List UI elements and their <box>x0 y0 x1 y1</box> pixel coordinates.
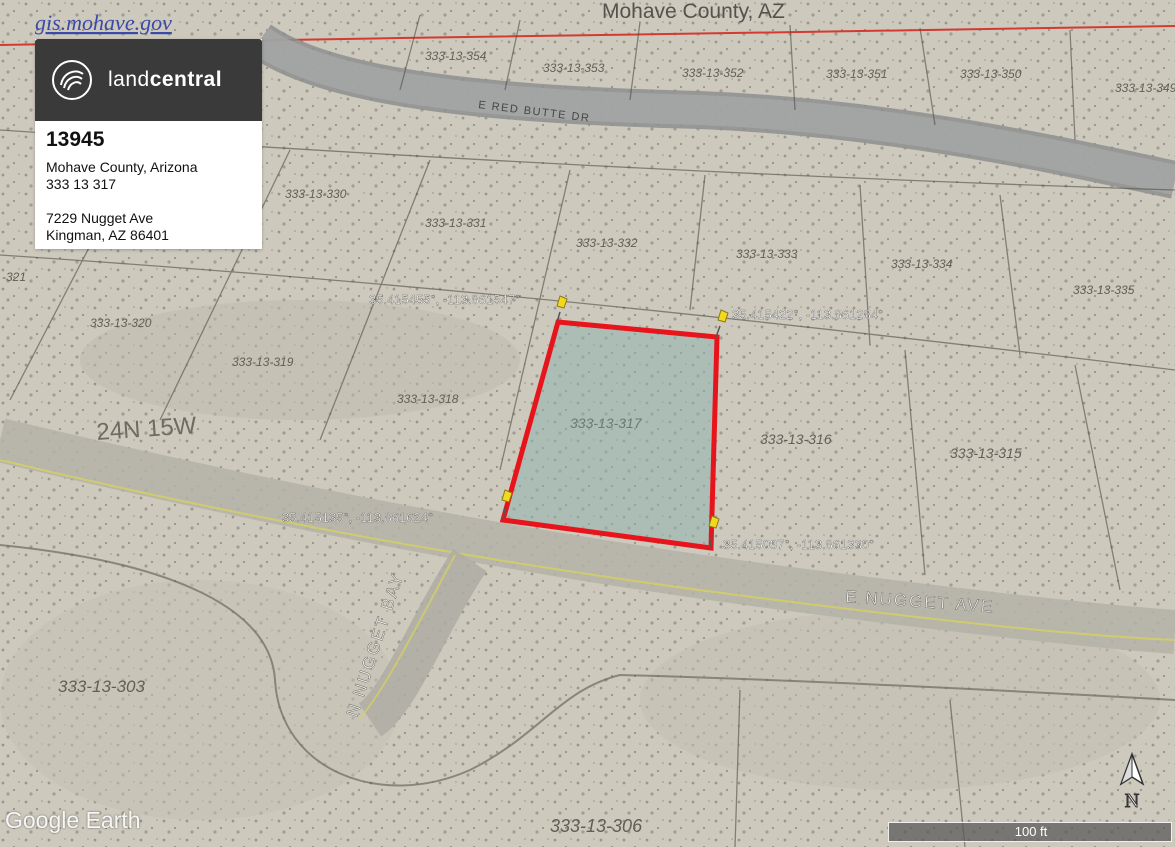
corner-coordinate-sw: 35.415135°, -113.861624° <box>282 510 433 525</box>
corner-coordinate-nw: 35.415455°, -113.861547° <box>369 292 520 307</box>
parcel-label: 333-13-319 <box>232 355 294 369</box>
parcel-label: 333-13-353 <box>543 61 605 75</box>
property-info-card: landcentral 13945 Mohave County, Arizona… <box>35 39 262 249</box>
brand-name-light: land <box>108 68 150 91</box>
parcel-label: 333-13-306 <box>550 816 643 836</box>
parcel-label: 333-13-303 <box>58 677 146 696</box>
google-earth-watermark: Google Earth <box>5 807 141 834</box>
watermark-earth: Earth <box>85 807 141 833</box>
lot-number: 13945 <box>46 128 105 151</box>
north-arrow-icon[interactable]: N <box>1117 752 1147 812</box>
county-state: Mohave County, Arizona <box>46 159 198 175</box>
parcel-label: 333-13-351 <box>826 67 887 81</box>
source-label[interactable]: gis.mohave.gov <box>35 10 172 35</box>
parcel-label: 333-13-335 <box>1073 283 1135 297</box>
parcel-label: 333-13-315 <box>950 445 1022 461</box>
parcel-label: 333-13-350 <box>960 67 1022 81</box>
brand-name: landcentral <box>108 68 222 92</box>
address-line1: 7229 Nugget Ave <box>46 210 154 226</box>
parcel-label: 333-13-330 <box>285 187 347 201</box>
parcel-label: 333-13-331 <box>425 216 486 230</box>
parcel-label: 333-13-332 <box>576 236 638 250</box>
scale-bar: 100 ft <box>888 822 1172 842</box>
watermark-google: Google <box>5 807 80 833</box>
parcel-label: 333-13-333 <box>736 247 798 261</box>
address-line2: Kingman, AZ 86401 <box>46 227 169 243</box>
parcel-label: 333-13-354 <box>425 49 487 63</box>
parcel-label: -321 <box>2 270 26 284</box>
parcel-label: 333-13-316 <box>760 431 832 447</box>
county-label: Mohave County, AZ <box>602 0 785 23</box>
corner-coordinate-ne: 35.415422°, -113.861284° <box>732 307 883 322</box>
landcentral-logo-icon <box>52 60 92 100</box>
brand-header: landcentral <box>35 39 262 121</box>
brand-name-bold: central <box>149 68 223 91</box>
parcel-label: 333-13-349 <box>1115 81 1175 95</box>
scale-label: 100 ft <box>1014 824 1048 839</box>
north-label: N <box>1125 790 1139 812</box>
parcel-id: 333 13 317 <box>46 176 117 192</box>
parcel-label: 333-13-320 <box>90 316 152 330</box>
corner-coordinate-se: 35.415097°, -113.861330° <box>723 537 874 552</box>
parcel-label: 333-13-352 <box>682 66 744 80</box>
parcel-label: 333-13-317 <box>570 415 643 431</box>
parcel-label: 333-13-318 <box>397 392 459 406</box>
parcel-label: 333-13-334 <box>891 257 953 271</box>
